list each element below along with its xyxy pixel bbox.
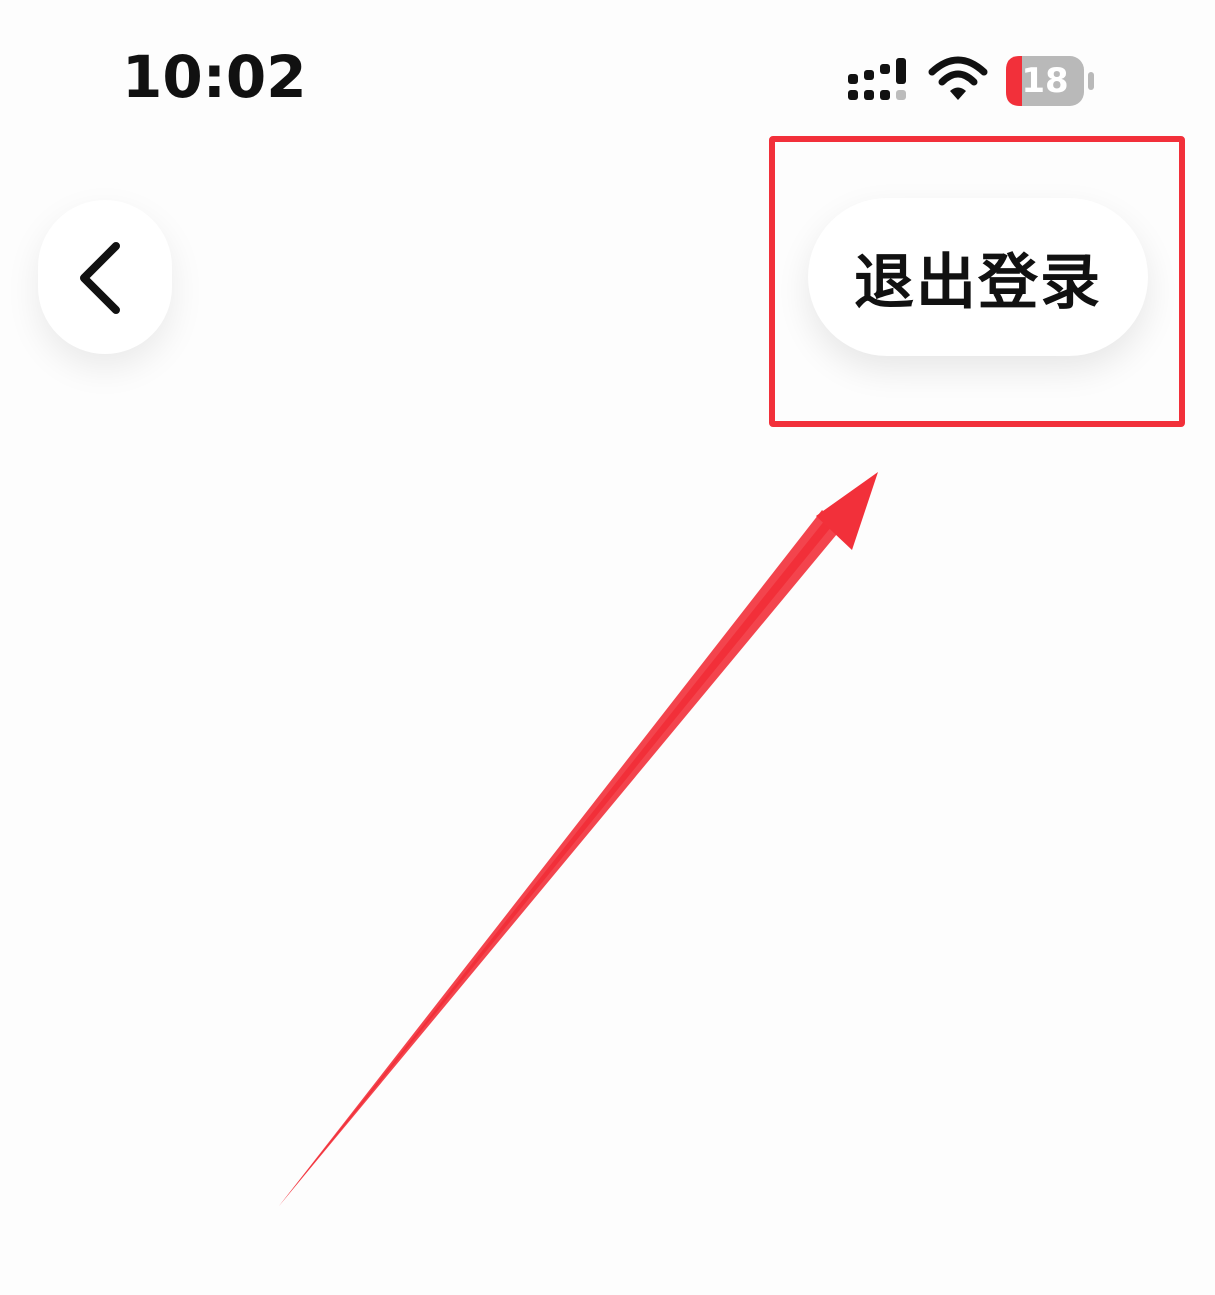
logout-button[interactable]: 退出登录 — [808, 198, 1148, 356]
cellular-signal-icon — [848, 58, 906, 100]
status-bar: 10:02 18 — [0, 0, 1215, 130]
wifi-icon — [928, 56, 988, 100]
chevron-left-icon — [80, 242, 120, 314]
arrow-icon — [279, 472, 878, 1206]
logout-label: 退出登录 — [854, 247, 1102, 318]
status-time: 10:02 — [122, 43, 307, 111]
back-button[interactable] — [38, 200, 172, 354]
battery-level: 18 — [1021, 61, 1069, 101]
